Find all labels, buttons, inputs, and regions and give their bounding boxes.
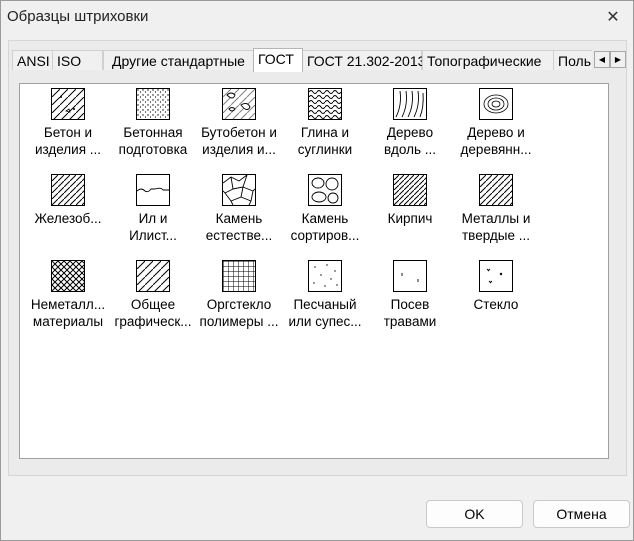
pattern-label: графическ... [114,314,192,329]
pattern-label: Неметалл... [30,297,106,312]
tab-other-standards[interactable]: Другие стандартные [103,50,254,70]
brick-pattern-icon [393,174,427,206]
grass-pattern-icon [393,260,427,292]
pattern-label: Кирпич [387,211,433,226]
concrete-prep-pattern-icon [136,88,170,120]
pattern-label: или супес... [288,314,362,329]
tab-strip: ANSI ISO Другие стандартные ГОСТ ГОСТ 21… [12,48,592,72]
pattern-item[interactable]: Дерево и деревянн... [453,88,539,158]
tab-scroll-right-icon[interactable]: ▶ [610,51,626,68]
pattern-item[interactable]: Кирпич [367,174,453,227]
plexiglass-pattern-icon [222,260,256,292]
pattern-grid: Бетон и изделия ... Бетонная подготовка … [19,83,609,459]
sand-pattern-icon [308,260,342,292]
tab-custom[interactable]: Поль [553,50,592,70]
silt-pattern-icon [136,174,170,206]
pattern-label: Дерево [386,125,434,140]
pattern-label: Железоб... [34,211,102,226]
wood-along-pattern-icon [393,88,427,120]
pattern-label: твердые ... [461,228,530,243]
close-icon[interactable]: ✕ [601,5,625,29]
pattern-item[interactable]: Ил и Илист... [110,174,196,244]
pattern-item[interactable]: Дерево вдоль ... [367,88,453,158]
pattern-item[interactable]: Металлы и твердые ... [453,174,539,244]
pattern-label: изделия и... [202,142,276,157]
tab-gost[interactable]: ГОСТ [253,48,303,72]
pattern-item[interactable]: Камень сортиров... [282,174,368,244]
pattern-label: Бетон и [43,125,93,140]
wood-pattern-icon [479,88,513,120]
pattern-item[interactable]: Камень естестве... [196,174,282,244]
general-pattern-icon [136,260,170,292]
glass-pattern-icon [479,260,513,292]
pattern-label: Бетонная [123,125,183,140]
cancel-button[interactable]: Отмена [533,500,630,528]
pattern-label: полимеры ... [199,314,279,329]
pattern-label: Оргстекло [206,297,272,312]
pattern-item[interactable]: Стекло [453,260,539,313]
sorted-stone-pattern-icon [308,174,342,206]
pattern-item[interactable]: Бутобетон и изделия и... [196,88,282,158]
pattern-label: естестве... [205,228,273,243]
pattern-item[interactable]: Бетонная подготовка [110,88,196,158]
pattern-label: Камень [301,211,349,226]
pattern-item[interactable]: Оргстекло полимеры ... [196,260,282,330]
natural-stone-pattern-icon [222,174,256,206]
pattern-item[interactable]: Общее графическ... [110,260,196,330]
pattern-label: материалы [32,314,104,329]
pattern-label: деревянн... [460,142,532,157]
clay-pattern-icon [308,88,342,120]
pattern-label: сортиров... [290,228,360,243]
pattern-label: Бутобетон и [201,125,277,140]
title-bar: Образцы штриховки ✕ [1,1,633,33]
pattern-label: Илист... [129,228,177,243]
pattern-item[interactable]: Песчаный или супес... [282,260,368,330]
pattern-label: изделия ... [34,142,102,157]
reinforced-concrete-pattern-icon [51,174,85,206]
nonmetal-pattern-icon [51,260,85,292]
pattern-label: Стекло [473,297,519,312]
pattern-item[interactable]: Посев травами [367,260,453,330]
pattern-label: вдоль ... [383,142,437,157]
tab-ansi[interactable]: ANSI [12,50,53,70]
concrete-pattern-icon [51,88,85,120]
pattern-label: Посев [390,297,430,312]
pattern-label: суглинки [297,142,353,157]
tab-topographic[interactable]: Топографические [422,50,554,70]
pattern-label: Дерево и [467,125,525,140]
metal-pattern-icon [479,174,513,206]
tab-scroll-left-icon[interactable]: ◀ [594,51,610,68]
pattern-label: Металлы и [461,211,531,226]
pattern-item[interactable]: Бетон и изделия ... [25,88,111,158]
ok-button[interactable]: OK [426,500,523,528]
pattern-item[interactable]: Глина и суглинки [282,88,368,158]
pattern-label: травами [383,314,437,329]
tab-gost-21302[interactable]: ГОСТ 21.302-2013 [302,50,425,70]
pattern-label: Общее [130,297,176,312]
pattern-label: подготовка [118,142,188,157]
pattern-label: Ил и [138,211,168,226]
pattern-label: Глина и [300,125,350,140]
rubble-concrete-pattern-icon [222,88,256,120]
window-title: Образцы штриховки [7,8,149,25]
pattern-label: Песчаный [293,297,357,312]
pattern-item[interactable]: Железоб... [25,174,111,227]
pattern-label: Камень [215,211,263,226]
pattern-item[interactable]: Неметалл... материалы [25,260,111,330]
tab-iso[interactable]: ISO [52,50,103,70]
